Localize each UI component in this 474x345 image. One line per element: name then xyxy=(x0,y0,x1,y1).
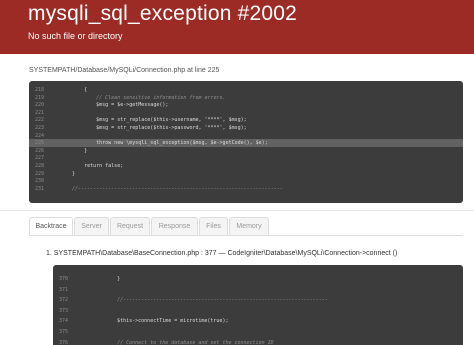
code-line: $msg = str_replace($this->username, '***… xyxy=(60,117,247,124)
tab-memory[interactable]: Memory xyxy=(229,217,269,236)
code-line: //--------------------------------------… xyxy=(93,297,328,304)
tab-request[interactable]: Request xyxy=(110,217,150,236)
line-number: 226 xyxy=(35,147,45,154)
line-number: 221 xyxy=(35,109,45,116)
tab-response[interactable]: Response xyxy=(151,217,198,236)
line-number: 218 xyxy=(35,87,45,93)
source-path: SYSTEMPATH/Database/MySQLi/Connection.ph… xyxy=(29,67,220,74)
code-line: return false; xyxy=(60,163,124,169)
error-message: No such file or directory xyxy=(28,31,123,41)
line-number: 229 xyxy=(35,170,45,177)
code-line: throw new \mysqli_sql_exception($msg, $e… xyxy=(60,140,268,147)
code-line: { xyxy=(60,87,88,93)
code-line: //--------------------------------------… xyxy=(60,185,283,192)
backtrace-entry[interactable]: 1. SYSTEMPATH\Database\BaseConnection.ph… xyxy=(46,250,397,257)
code-line: $msg = $e->getMessage(); xyxy=(60,102,169,109)
line-number: 374 xyxy=(59,318,69,325)
tab-files[interactable]: Files xyxy=(199,217,228,236)
code-line: } xyxy=(60,147,88,154)
line-number: 222 xyxy=(35,117,45,124)
line-number: 223 xyxy=(35,125,45,131)
code-line: // Connect to the database and set the c… xyxy=(93,339,274,345)
code-line: } xyxy=(60,170,76,177)
code-line: } xyxy=(93,276,121,282)
line-number: 228 xyxy=(35,163,45,169)
line-number: 219 xyxy=(35,94,45,101)
line-number: 225 xyxy=(35,140,45,147)
divider xyxy=(0,210,474,211)
error-header: mysqli_sql_exception #2002 No such file … xyxy=(0,0,474,54)
line-number: 227 xyxy=(35,155,45,162)
line-number: 220 xyxy=(35,102,45,109)
tab-underline xyxy=(29,235,463,236)
line-number: 373 xyxy=(59,307,69,314)
line-number: 375 xyxy=(59,329,69,335)
line-number: 231 xyxy=(35,185,45,192)
line-number: 372 xyxy=(59,297,69,304)
line-number: 224 xyxy=(35,132,45,139)
code-line: $this->connectTime = microtime(true); xyxy=(93,318,229,325)
backtrace-code-block: 370 } 371 372 //--------------------------… xyxy=(53,265,463,345)
code-line: $msg = str_replace($this->password, '***… xyxy=(60,125,247,131)
line-number: 376 xyxy=(59,339,69,345)
line-number: 370 xyxy=(59,276,69,282)
tab-backtrace[interactable]: Backtrace xyxy=(29,217,73,236)
line-number: 371 xyxy=(59,286,69,293)
tab-server[interactable]: Server xyxy=(74,217,109,236)
line-number: 230 xyxy=(35,178,45,185)
error-title: mysqli_sql_exception #2002 xyxy=(28,2,298,25)
source-code-block: 218 {219 // Clean sensitive information … xyxy=(29,81,463,203)
code-line: // Clean sensitive information from erro… xyxy=(60,94,226,101)
